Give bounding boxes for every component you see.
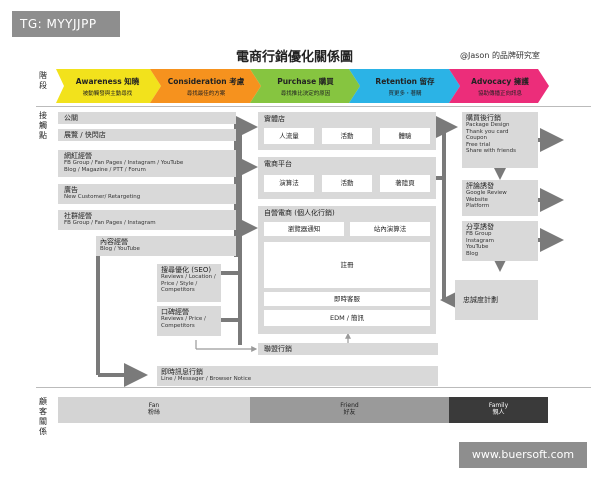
channel-influencer: 網紅經營 FB Group / Fan Pages / Instagram / … xyxy=(58,150,236,177)
channel-pr: 公關 xyxy=(58,112,236,124)
physical-store: 實體店 人流量 活動 體驗 xyxy=(258,112,436,150)
own-item-browser-notice: 瀏覽器通知 xyxy=(264,222,344,236)
post-purchase-marketing: 購買後行銷 Package Design Thank you card Coup… xyxy=(462,112,538,168)
channel-content: 內容經營 Blog / YouTube xyxy=(96,236,236,256)
share-inducement-label: 分享誘發 xyxy=(466,223,494,231)
channel-community: 社群經營 FB Group / Fan Pages / Instagram xyxy=(58,210,236,230)
platform-item-landing-page: 著陸頁 xyxy=(380,175,430,192)
own-item-register: 註冊 xyxy=(264,242,430,288)
channel-label: 搜尋優化 (SEO) xyxy=(161,266,212,274)
relation-friend: Friend 好友 xyxy=(250,397,449,423)
ecommerce-platform-label: 電商平台 xyxy=(264,160,292,168)
platform-item-algorithm: 演算法 xyxy=(264,175,314,192)
own-ecommerce: 自營電商 (個人化行銷) 瀏覽器通知 站內演算法 註冊 即時客服 EDM / 簡… xyxy=(258,206,436,334)
channel-label: 展覽 / 快閃店 xyxy=(64,131,106,139)
store-item-traffic: 人流量 xyxy=(264,128,314,144)
channel-label: 即時訊息行銷 xyxy=(161,368,203,376)
channel-label: 聯盟行銷 xyxy=(264,345,292,353)
channel-word-of-mouth: 口碑經營 Reviews / Price / Competitors xyxy=(157,306,221,336)
channel-sub: Reviews / Price / Competitors xyxy=(161,316,206,329)
channel-sub: New Customer/ Retargeting xyxy=(64,194,141,200)
channel-exhibition: 展覽 / 快閃店 xyxy=(58,129,236,141)
own-item-edm-sms: EDM / 簡訊 xyxy=(264,310,430,326)
own-item-onsite-algorithm: 站內演算法 xyxy=(350,222,430,236)
store-item-experience: 體驗 xyxy=(380,128,430,144)
relation-fan: Fan 粉絲 xyxy=(58,397,250,423)
channel-label: 口碑經營 xyxy=(161,308,189,316)
relation-zh: 粉絲 xyxy=(147,408,160,416)
channel-sub: Blog / YouTube xyxy=(100,246,140,252)
loyalty-program-label: 忠誠度計劃 xyxy=(463,296,498,304)
platform-item-events: 活動 xyxy=(322,175,372,192)
channel-ads: 廣告 New Customer/ Retargeting xyxy=(58,184,236,204)
channel-label: 廣告 xyxy=(64,186,78,194)
review-inducement-label: 評論誘發 xyxy=(466,182,494,190)
ecommerce-platform: 電商平台 演算法 活動 著陸頁 xyxy=(258,157,436,199)
channel-label: 內容經營 xyxy=(100,238,128,246)
channel-sub: Reviews / Location / Price / Style / Com… xyxy=(161,274,216,294)
channel-label: 社群經營 xyxy=(64,212,92,220)
share-inducement: 分享誘發 FB Group Instagram YouTube Blog xyxy=(462,221,538,261)
channel-label: 公關 xyxy=(64,114,78,122)
review-inducement-sub: Google Review Website Platform xyxy=(466,190,507,210)
share-inducement-sub: FB Group Instagram YouTube Blog xyxy=(466,231,494,257)
relation-family: Family 親人 xyxy=(449,397,548,423)
channel-seo: 搜尋優化 (SEO) Reviews / Location / Price / … xyxy=(157,264,221,302)
channel-instant-messaging: 即時訊息行銷 Line / Messager / Browser Notice xyxy=(157,366,438,386)
channel-label: 網紅經營 xyxy=(64,152,92,160)
loyalty-program: 忠誠度計劃 xyxy=(455,280,538,320)
channel-sub: FB Group / Fan Pages / Instagram xyxy=(64,220,156,226)
channel-sub: FB Group / Fan Pages / Instagram / YouTu… xyxy=(64,160,184,173)
channel-affiliate: 聯盟行銷 xyxy=(258,343,438,355)
physical-store-label: 實體店 xyxy=(264,115,285,123)
review-inducement: 評論誘發 Google Review Website Platform xyxy=(462,180,538,216)
post-purchase-sub: Package Design Thank you card Coupon Fre… xyxy=(466,122,516,155)
relation-zh: 親人 xyxy=(492,408,505,416)
relation-zh: 好友 xyxy=(343,408,356,416)
post-purchase-label: 購買後行銷 xyxy=(466,114,501,122)
channel-sub: Line / Messager / Browser Notice xyxy=(161,376,252,382)
own-ecommerce-label: 自營電商 (個人化行銷) xyxy=(264,209,335,217)
site-url-watermark: www.buersoft.com xyxy=(459,442,587,468)
store-item-events: 活動 xyxy=(322,128,372,144)
own-item-live-support: 即時客服 xyxy=(264,292,430,306)
